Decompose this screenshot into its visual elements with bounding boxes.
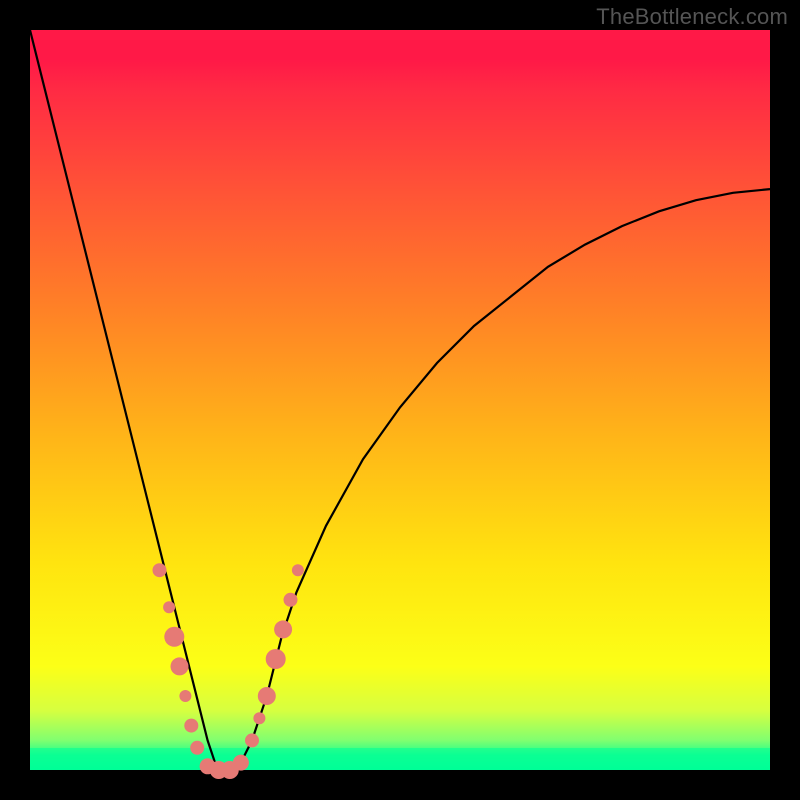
watermark-text: TheBottleneck.com [596,4,788,30]
plot-area [30,30,770,770]
chart-frame: TheBottleneck.com [0,0,800,800]
bottom-green-band [30,748,770,770]
